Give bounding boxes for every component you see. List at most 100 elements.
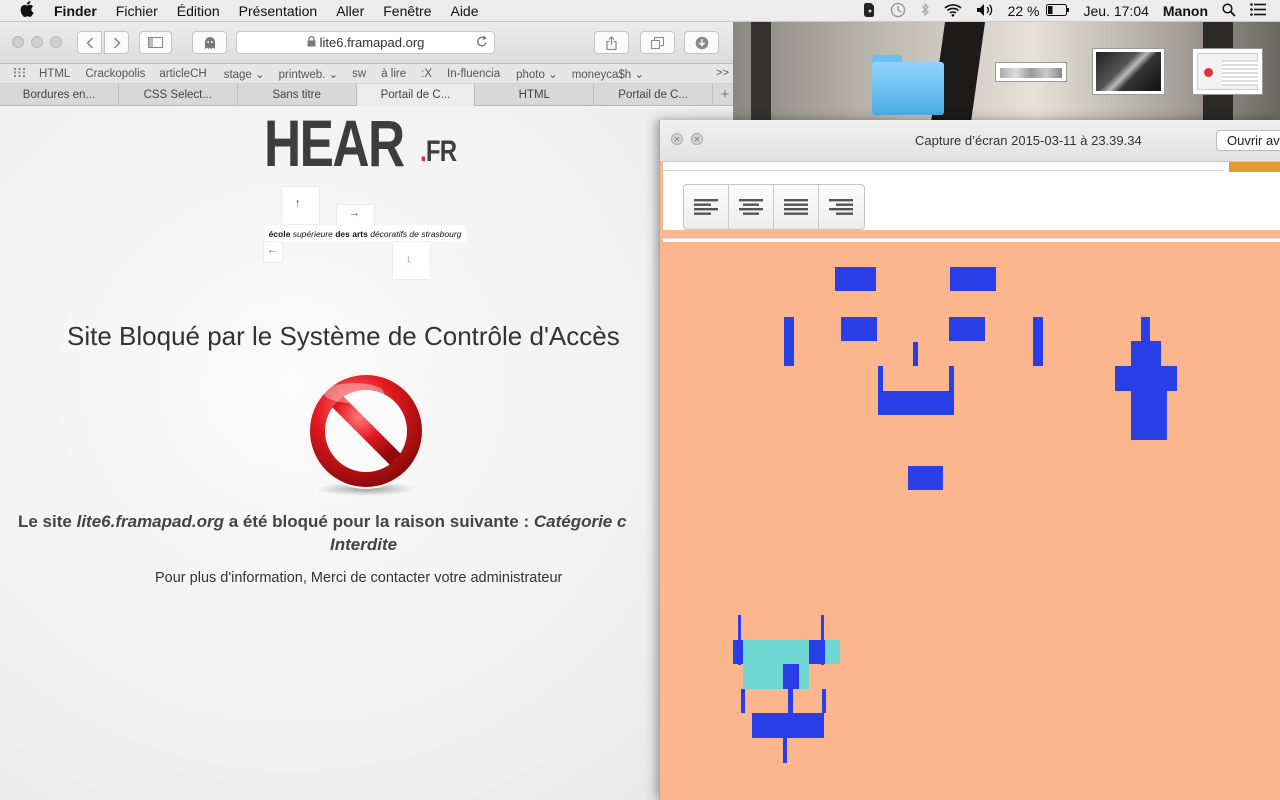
pixel-block	[878, 391, 954, 415]
bookmark-moneycash[interactable]: moneyca$h ⌄	[572, 67, 644, 81]
pixel-block	[1115, 366, 1177, 391]
desktop-thumbnail-icon-2[interactable]	[1092, 48, 1165, 95]
menu-fenetre[interactable]: Fenêtre	[383, 3, 431, 19]
ghostery-extension-icon[interactable]	[192, 31, 227, 54]
volume-icon[interactable]	[976, 3, 994, 20]
tab-portail[interactable]: Portail de C...	[594, 84, 714, 106]
contact-admin-info: Pour plus d'information, Merci de contac…	[155, 570, 563, 586]
battery-percent: 22 %	[1007, 3, 1040, 19]
pixel-art-canvas	[663, 242, 1280, 800]
logo-block-top: ↑	[282, 187, 319, 224]
prohibited-icon	[308, 373, 424, 496]
back-button[interactable]	[77, 31, 102, 54]
menu-presentation[interactable]: Présentation	[239, 3, 318, 19]
address-bar[interactable]: lite6.framapad.org	[236, 31, 495, 54]
downloads-button[interactable]	[684, 31, 719, 54]
tab-bordures[interactable]: Bordures en...	[0, 84, 119, 106]
pixel-block	[741, 689, 745, 713]
preview-minimize-button[interactable]: ✕	[691, 133, 703, 145]
arrow-left-icon: ←	[267, 244, 278, 256]
wifi-icon[interactable]	[944, 3, 962, 20]
apple-menu-icon[interactable]	[20, 0, 38, 21]
lock-icon	[307, 35, 316, 50]
blocked-title: Site Bloqué par le Système de Contrôle d…	[67, 321, 620, 351]
pixel-block	[908, 466, 943, 490]
bookmark-x[interactable]: :X	[421, 68, 432, 80]
sidebar-toggle-button[interactable]	[139, 31, 172, 54]
desktop-thumbnail-icon-3[interactable]	[1192, 48, 1263, 95]
menu-app-name[interactable]: Finder	[54, 3, 97, 19]
safari-window: lite6.framapad.org HTML Crackopolis arti…	[0, 22, 733, 800]
minimize-window-button[interactable]	[31, 36, 43, 48]
desktop-thumbnail-icon-1[interactable]	[995, 62, 1067, 82]
pixel-block	[841, 317, 877, 341]
logo-block-right: →	[337, 205, 374, 227]
reload-icon[interactable]	[476, 35, 488, 51]
bookmark-printweb[interactable]: printweb. ⌄	[279, 67, 339, 81]
bookmark-photo[interactable]: photo ⌄	[516, 67, 558, 81]
hear-logo[interactable]: HEAR .FR	[264, 107, 457, 179]
zoom-window-button[interactable]	[50, 36, 62, 48]
pixel-block	[788, 689, 793, 713]
tab-portail-active[interactable]: Portail de C...	[356, 84, 476, 106]
menu-aller[interactable]: Aller	[336, 3, 364, 19]
top-sites-grid-icon[interactable]	[14, 67, 25, 80]
evernote-icon[interactable]	[862, 2, 876, 20]
align-center-icon[interactable]	[729, 185, 774, 229]
pixel-block	[1131, 391, 1167, 440]
menubar-clock[interactable]: Jeu. 17:04	[1084, 3, 1149, 19]
bookmark-sw[interactable]: sw	[352, 68, 366, 80]
tabs-overview-button[interactable]	[640, 31, 675, 54]
pixel-block	[949, 317, 985, 341]
pixel-block-cyan	[743, 640, 809, 689]
align-justify-icon[interactable]	[774, 185, 819, 229]
open-with-button[interactable]: Ouvrir av	[1216, 130, 1280, 151]
logo-block-bottom: ↓	[393, 242, 430, 279]
bookmark-in-fluencia[interactable]: In-fluencia	[447, 68, 500, 80]
bookmark-articlech[interactable]: articleCH	[159, 68, 206, 80]
document-header	[663, 162, 1280, 230]
bookmark-stage[interactable]: stage ⌄	[224, 67, 265, 81]
pixel-block	[822, 689, 826, 713]
bluetooth-icon[interactable]	[920, 2, 930, 20]
new-tab-plus-icon[interactable]: +	[717, 84, 733, 105]
pixel-block	[809, 640, 825, 664]
menubar-user[interactable]: Manon	[1163, 3, 1208, 19]
tab-css-select[interactable]: CSS Select...	[119, 84, 238, 106]
bookmark-html[interactable]: HTML	[39, 68, 70, 80]
time-machine-icon[interactable]	[890, 2, 906, 21]
bookmarks-overflow-chevron-icon[interactable]: >>	[716, 67, 729, 79]
pixel-block-cyan	[825, 640, 840, 664]
menu-edition[interactable]: Édition	[177, 3, 220, 19]
accent-bar	[1229, 162, 1280, 172]
pixel-block	[752, 713, 824, 738]
align-left-icon[interactable]	[684, 185, 729, 229]
close-window-button[interactable]	[12, 36, 24, 48]
spotlight-search-icon[interactable]	[1222, 2, 1236, 20]
share-button[interactable]	[594, 31, 629, 54]
preview-close-button[interactable]: ✕	[671, 133, 683, 145]
pixel-block	[784, 317, 794, 366]
preview-window-title: Capture d’écran 2015-03-11 à 23.39.34	[915, 133, 1142, 148]
menu-aide[interactable]: Aide	[450, 3, 478, 19]
safari-toolbar: lite6.framapad.org	[0, 22, 733, 64]
bookmark-crackopolis[interactable]: Crackopolis	[85, 68, 145, 80]
tab-html[interactable]: HTML	[475, 84, 595, 106]
pixel-block	[913, 342, 918, 366]
battery-icon[interactable]	[1045, 3, 1070, 19]
forward-button[interactable]	[104, 31, 129, 54]
logo-block-left: ←	[264, 242, 282, 262]
block-category: Catégorie c	[533, 512, 627, 531]
pixel-block	[783, 664, 799, 689]
pixel-block	[949, 366, 954, 392]
notification-center-icon[interactable]	[1250, 3, 1266, 19]
arrow-down-icon: ↓	[406, 253, 412, 265]
align-right-icon[interactable]	[819, 185, 864, 229]
bookmark-a-lire[interactable]: à lire	[381, 68, 406, 80]
arrow-up-icon: ↑	[295, 197, 301, 209]
blocked-site-name: lite6.framapad.org	[76, 512, 224, 531]
menu-fichier[interactable]: Fichier	[116, 3, 158, 19]
desktop-folder-icon[interactable]	[870, 55, 946, 117]
pixel-block	[1033, 317, 1043, 366]
tab-sans-titre[interactable]: Sans titre	[238, 84, 357, 106]
